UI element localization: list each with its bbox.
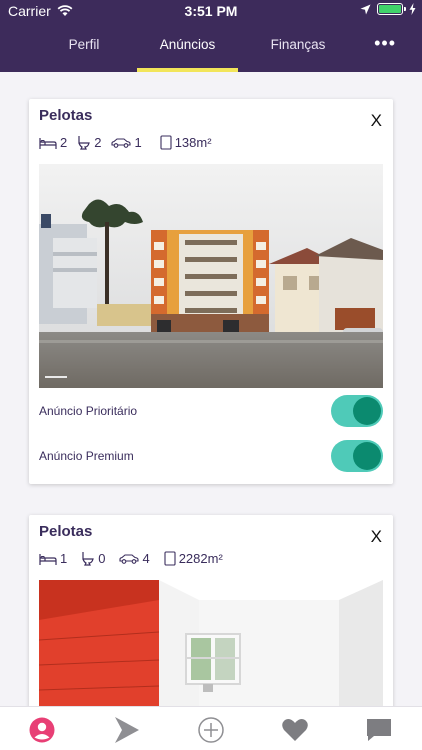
area-icon: [160, 135, 172, 150]
status-time: 3:51 PM: [184, 3, 238, 19]
bottom-nav: [0, 706, 422, 750]
bedroom-feature: 2: [39, 135, 67, 150]
bathroom-count: 0: [98, 551, 106, 566]
priority-ad-row: Anúncio Prioritário: [39, 395, 383, 427]
listing-city: Pelotas: [39, 107, 93, 124]
premium-ad-label: Anúncio Premium: [39, 449, 134, 463]
status-right: [360, 3, 416, 15]
profile-nav-button[interactable]: [26, 715, 58, 745]
arrow-icon: [115, 717, 139, 743]
toilet-icon: [82, 552, 95, 566]
close-listing-button[interactable]: X: [371, 527, 382, 547]
bed-icon: [39, 553, 57, 565]
bathroom-count: 2: [94, 135, 102, 150]
chat-icon: [367, 719, 391, 741]
bed-icon: [39, 137, 57, 149]
bedroom-count: 1: [60, 551, 68, 566]
bedroom-count: 2: [60, 135, 68, 150]
area-feature: 2282m²: [164, 551, 223, 566]
app-header: Carrier 3:51 PM Perfil Anúncios Finanças…: [0, 0, 422, 72]
charging-bolt-icon: [409, 3, 416, 15]
area-icon: [164, 551, 176, 566]
interior-room-photo: [39, 580, 383, 715]
area-value: 138m²: [174, 135, 212, 150]
listing-city: Pelotas: [39, 523, 93, 540]
car-icon: [111, 137, 132, 148]
bathroom-feature: 2: [77, 135, 101, 150]
apartment-building-photo: [39, 164, 383, 388]
bathroom-feature: 0: [81, 551, 105, 566]
chat-nav-button[interactable]: [363, 715, 395, 745]
listing-features: 2 2 1 138m²: [39, 135, 222, 150]
add-circle-icon: [198, 717, 224, 743]
heart-icon: [282, 719, 308, 741]
priority-ad-label: Anúncio Prioritário: [39, 404, 138, 418]
car-icon: [119, 553, 140, 564]
add-nav-button[interactable]: [195, 715, 227, 745]
parking-feature: 4: [119, 551, 150, 566]
more-options-icon[interactable]: •••: [374, 34, 396, 52]
profile-icon: [29, 717, 55, 743]
listing-card[interactable]: Pelotas X 1 0 4 2282m²: [29, 515, 393, 715]
listing-photo[interactable]: [39, 580, 383, 715]
location-arrow-icon: [360, 4, 371, 14]
area-feature: 138m²: [160, 135, 212, 150]
premium-ad-row: Anúncio Premium: [39, 440, 383, 472]
close-listing-button[interactable]: X: [371, 111, 382, 131]
priority-ad-toggle[interactable]: [331, 395, 383, 427]
battery-icon: [377, 3, 406, 15]
tab-financas[interactable]: Finanças: [252, 34, 344, 72]
bedroom-feature: 1: [39, 551, 67, 566]
parking-count: 1: [134, 135, 142, 150]
top-tabs: Perfil Anúncios Finanças •••: [0, 34, 422, 72]
arrow-nav-button[interactable]: [110, 715, 142, 745]
toilet-icon: [78, 136, 91, 150]
listing-photo[interactable]: [39, 164, 383, 388]
tab-perfil[interactable]: Perfil: [50, 34, 118, 72]
listing-features: 1 0 4 2282m²: [39, 551, 233, 566]
listing-card[interactable]: Pelotas X 2 2 1 138m² Anúncio Prioritári…: [29, 99, 393, 484]
parking-feature: 1: [111, 135, 142, 150]
favorites-nav-button[interactable]: [279, 715, 311, 745]
status-bar: Carrier 3:51 PM: [0, 0, 422, 22]
tab-anuncios[interactable]: Anúncios: [137, 34, 238, 72]
premium-ad-toggle[interactable]: [331, 440, 383, 472]
area-value: 2282m²: [178, 551, 223, 566]
parking-count: 4: [142, 551, 150, 566]
active-tab-indicator: [137, 68, 238, 72]
